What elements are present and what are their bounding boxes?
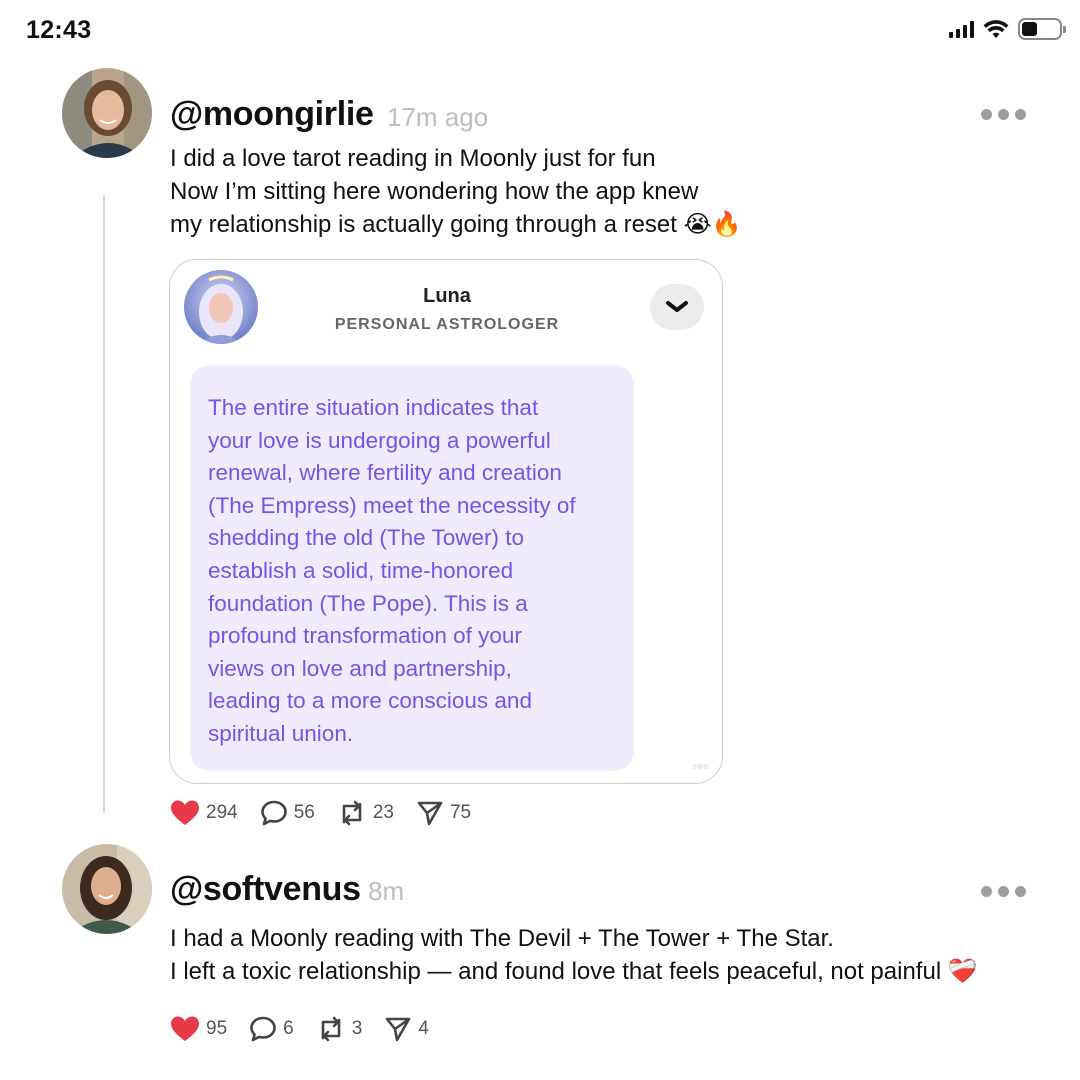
comment-count: 6 <box>283 1018 294 1039</box>
repost-button[interactable]: 3 <box>316 1016 363 1042</box>
comment-button[interactable]: 6 <box>249 1015 294 1043</box>
chevron-down-icon[interactable] <box>650 284 704 330</box>
post-line: I left a toxic relationship — and found … <box>170 958 978 985</box>
status-time: 12:43 <box>26 16 92 44</box>
comment-icon <box>260 800 287 826</box>
post-time: 8m <box>368 876 405 906</box>
post-time: 17m ago <box>387 102 489 132</box>
like-button[interactable]: 294 <box>170 799 238 827</box>
post-handle[interactable]: @softvenus <box>170 870 361 909</box>
message-line: renewal, where fertility and creation <box>208 460 562 486</box>
post-actions: 294 56 23 75 <box>170 799 493 827</box>
post-line: Now I’m sitting here wondering how the a… <box>170 178 699 205</box>
share-button[interactable]: 75 <box>416 799 471 827</box>
post-body: I did a love tarot reading in Moonly jus… <box>170 142 742 241</box>
message-line: (The Empress) meet the necessity of <box>208 492 576 518</box>
thread-line <box>103 195 105 813</box>
comment-button[interactable]: 56 <box>260 799 315 827</box>
astrologer-role: PERSONAL ASTROLOGER <box>334 316 560 333</box>
post-line: I did a love tarot reading in Moonly jus… <box>170 145 656 172</box>
comment-icon <box>250 1016 276 1042</box>
message-line: your love is undergoing a powerful <box>208 427 551 453</box>
message-line: leading to a more conscious and <box>208 688 532 714</box>
like-count: 95 <box>206 1018 228 1039</box>
repost-icon <box>321 1016 341 1042</box>
post-line: I had a Moonly reading with The Devil + … <box>170 925 834 952</box>
post-actions: 95 6 3 4 <box>170 1015 451 1043</box>
avatar[interactable] <box>62 844 152 934</box>
share-button[interactable]: 4 <box>384 1015 429 1043</box>
repost-button[interactable]: 23 <box>337 800 394 826</box>
message-line: profound transformation of your <box>208 623 522 649</box>
message-line: spiritual union. <box>208 720 354 746</box>
share-count: 75 <box>449 802 472 823</box>
avatar[interactable] <box>62 68 152 158</box>
wifi-icon <box>983 20 1009 38</box>
message-line: establish a solid, time-honored <box>208 557 514 583</box>
heart-icon <box>171 1016 199 1041</box>
post-body: I had a Moonly reading with The Devil + … <box>170 922 978 988</box>
comment-count: 56 <box>293 802 315 823</box>
message-line: shedding the old (The Tower) to <box>208 525 525 551</box>
message-bubble: The entire situation indicates that your… <box>190 365 634 771</box>
message-line: foundation (The Pope). This is a <box>208 590 528 616</box>
battery-icon <box>1018 18 1066 40</box>
message-line: views on love and partnership, <box>208 655 512 681</box>
post-line: my relationship is actually going throug… <box>170 211 742 238</box>
status-icons <box>949 18 1066 40</box>
heart-icon <box>171 800 199 825</box>
like-count: 294 <box>206 802 238 823</box>
repost-count: 3 <box>351 1018 363 1039</box>
repost-icon <box>342 800 362 826</box>
repost-count: 23 <box>372 802 394 823</box>
signal-icon <box>949 20 974 38</box>
post-handle[interactable]: @moongirlie <box>170 95 374 134</box>
share-icon <box>417 801 443 826</box>
watermark: miro <box>692 762 708 771</box>
astrologer-name: Luna <box>423 285 471 307</box>
embedded-chat-card[interactable]: Luna PERSONAL ASTROLOGER The entire situ… <box>169 259 723 784</box>
share-count: 4 <box>418 1018 429 1039</box>
like-button[interactable]: 95 <box>170 1015 227 1043</box>
message-line: The entire situation indicates that <box>208 395 539 420</box>
share-icon <box>385 1017 411 1042</box>
more-icon[interactable] <box>981 109 1026 120</box>
more-icon[interactable] <box>981 886 1026 897</box>
